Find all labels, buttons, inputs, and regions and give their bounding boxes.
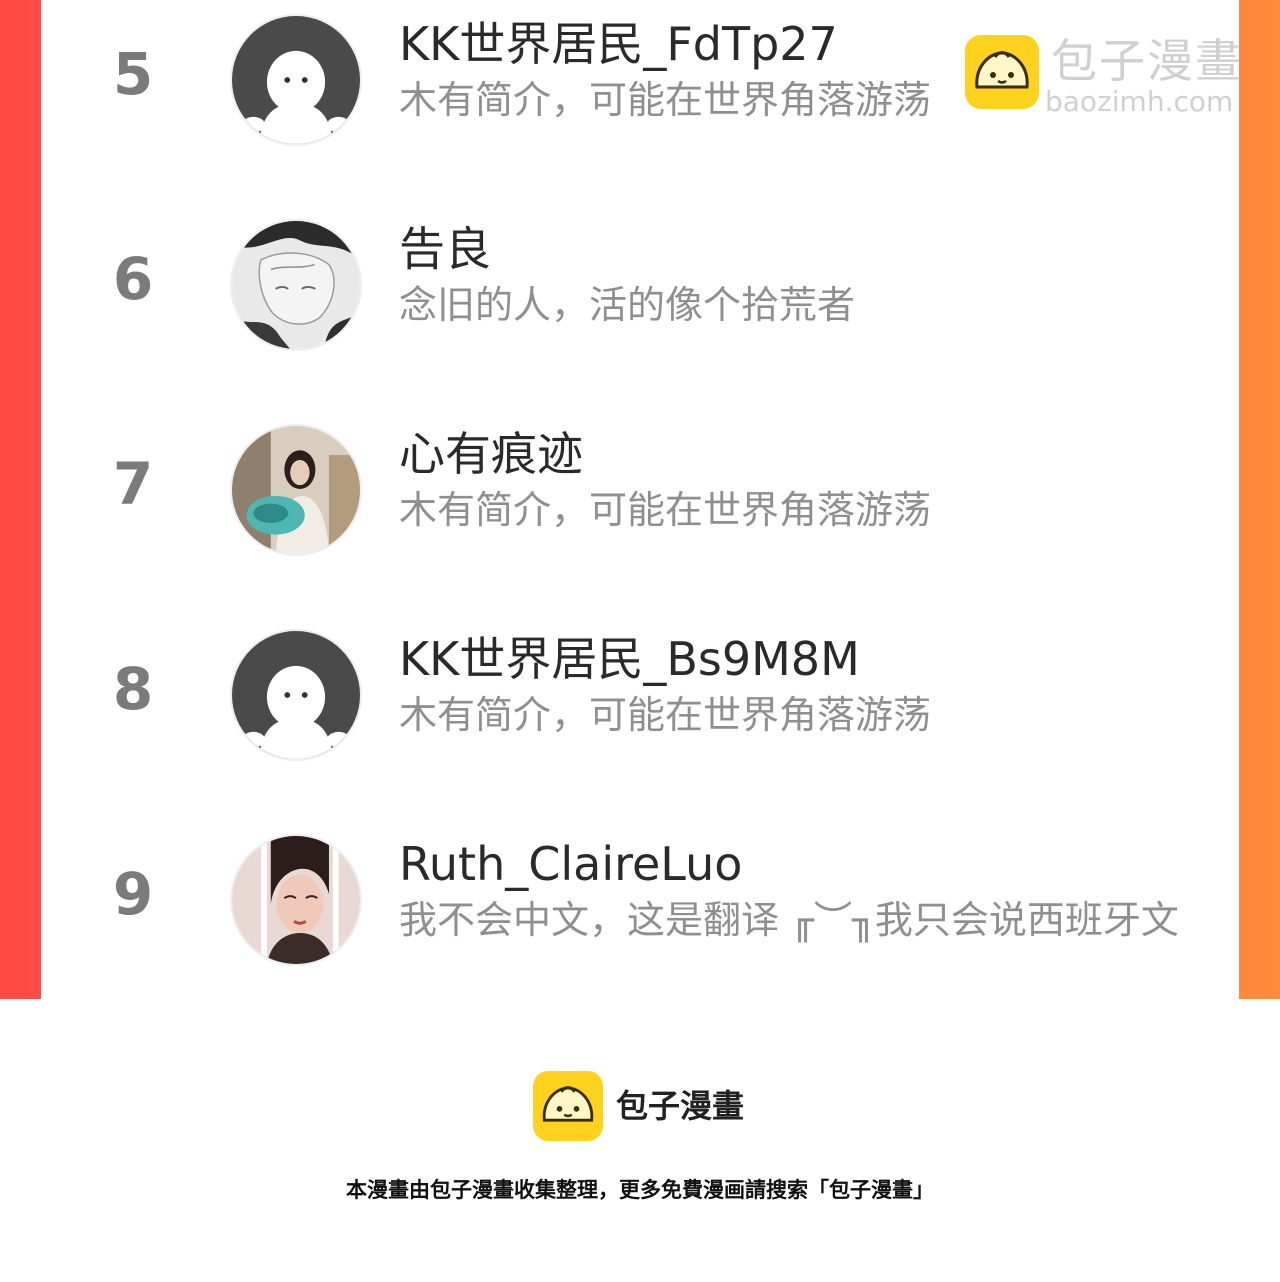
user-name[interactable]: 告良 (399, 219, 491, 279)
baozi-watermark: 包子漫畫 baozimh.com (965, 33, 1265, 123)
user-name[interactable]: 心有痕迹 (399, 424, 583, 484)
rank-number: 8 (112, 655, 154, 723)
photo-avatar-icon[interactable] (230, 424, 362, 556)
default-avatar-icon[interactable] (230, 14, 362, 146)
footer-brand-name[interactable]: 包子漫畫 (616, 1081, 744, 1131)
user-name[interactable]: Ruth_ClaireLuo (399, 834, 742, 894)
baozi-logo-icon (965, 35, 1039, 109)
sketch-avatar-icon[interactable] (230, 219, 362, 351)
user-bio: 木有简介，可能在世界角落游荡 (399, 488, 932, 532)
footer-note: 本漫畫由包子漫畫收集整理，更多免費漫画請搜索「包子漫畫」 (346, 1178, 934, 1202)
baozi-logo-icon[interactable] (533, 1071, 603, 1141)
user-bio: 木有简介，可能在世界角落游荡 (399, 693, 932, 737)
rank-number: 6 (112, 245, 154, 313)
rank-number: 7 (112, 450, 154, 518)
user-name[interactable]: KK世界居民_FdTp27 (399, 14, 838, 74)
ranking-row[interactable]: 9 Ruth_ClaireLuo 我不会中文，这是翻译 ╓︶╖我只会说西班牙文 (41, 820, 1239, 970)
ranking-row[interactable]: 8 KK世界居民_Bs9M8M 木有简介，可能在世界角落游荡 (41, 615, 1239, 765)
ranking-row[interactable]: 6 告良 念旧的人，活的像个拾荒者 (41, 205, 1239, 355)
user-name[interactable]: KK世界居民_Bs9M8M (399, 629, 860, 689)
default-avatar-icon[interactable] (230, 629, 362, 761)
watermark-domain: baozimh.com (1045, 85, 1234, 118)
user-bio: 我不会中文，这是翻译 ╓︶╖我只会说西班牙文 (399, 898, 1179, 942)
photo-avatar-icon[interactable] (230, 834, 362, 966)
user-bio: 念旧的人，活的像个拾荒者 (399, 283, 856, 327)
rank-number: 5 (112, 40, 154, 108)
ranking-card: 5 KK世界居民_FdTp27 木有简介，可能在世界角落游荡 6 告良 念旧的人… (41, 0, 1239, 999)
watermark-title: 包子漫畫 (1051, 34, 1243, 88)
ranking-row[interactable]: 7 心有痕迹 木有简介，可能在世界角落游荡 (41, 410, 1239, 560)
rank-number: 9 (112, 860, 154, 928)
